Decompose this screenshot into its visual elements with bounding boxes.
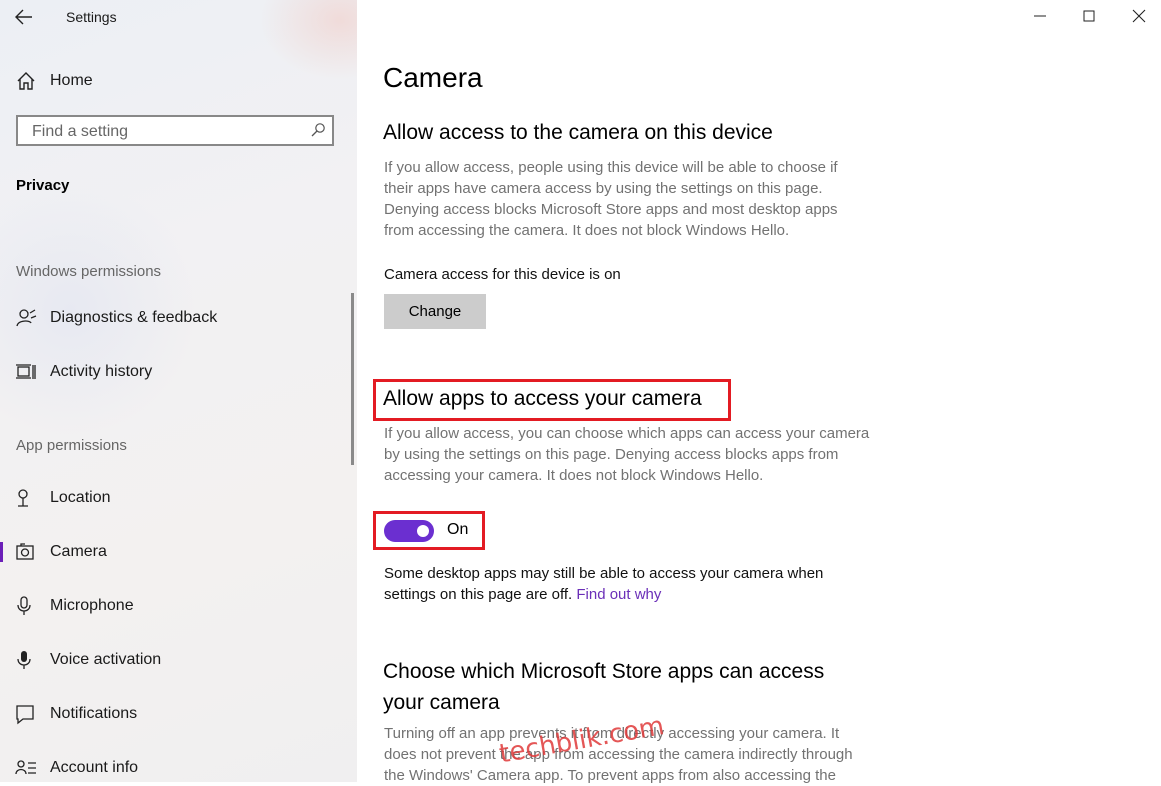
toggle-knob [417,525,429,537]
search-field[interactable] [16,115,334,146]
sidebar-scrollbar[interactable] [351,293,354,465]
category-title: Privacy [16,177,70,194]
page-title: Camera [383,62,483,93]
sidebar-item-diagnostics[interactable]: Diagnostics & feedback [0,298,340,338]
sidebar-item-location[interactable]: Location [0,478,340,518]
sidebar-item-notifications[interactable]: Notifications [0,694,340,734]
toggle-state-label: On [447,521,469,538]
search-input[interactable] [30,121,304,143]
sidebar-item-home[interactable]: Home [0,61,340,101]
search-icon[interactable] [310,122,326,138]
sidebar-item-label: Camera [50,543,107,560]
sidebar-item-label: Account info [50,759,139,776]
app-title: Settings [66,9,117,25]
sidebar: Settings Home Privacy Windows permission… [0,0,357,782]
account-info-icon [15,760,36,775]
voice-activation-icon [17,651,31,669]
sidebar-item-voice-activation[interactable]: Voice activation [0,640,340,680]
change-button[interactable]: Change [384,294,486,329]
camera-icon [16,543,34,560]
store-apps-heading: Choose which Microsoft Store apps can ac… [383,660,825,714]
notifications-icon [16,705,34,725]
main-content: Camera Allow access to the camera on thi… [357,0,1161,784]
activity-history-icon [16,364,36,379]
sidebar-item-activity-history[interactable]: Activity history [0,352,340,392]
diagnostics-icon [16,309,37,327]
sidebar-item-label: Voice activation [50,651,162,668]
device-access-status: Camera access for this device is on [384,266,621,283]
sidebar-item-account-info[interactable]: Account info [0,748,340,782]
section-header-windows-permissions: Windows permissions [16,263,162,280]
sidebar-item-camera[interactable]: Camera [0,532,340,572]
sidebar-item-label: Notifications [50,705,138,722]
close-icon[interactable] [1119,4,1159,28]
sidebar-item-label: Location [50,489,111,506]
sidebar-item-microphone[interactable]: Microphone [0,586,340,626]
find-out-why-link[interactable]: Find out why [576,586,661,603]
device-access-description: If you allow access, people using this d… [384,159,838,239]
sidebar-item-label: Diagnostics & feedback [50,309,218,326]
maximize-icon[interactable] [1069,4,1109,28]
apps-access-description: If you allow access, you can choose whic… [384,425,870,484]
camera-access-toggle[interactable] [384,520,434,542]
home-icon [17,72,35,90]
sidebar-item-label: Microphone [50,597,134,614]
device-access-heading: Allow access to the camera on this devic… [383,121,773,144]
sidebar-item-label: Home [50,72,93,89]
sidebar-item-label: Activity history [50,363,153,380]
desktop-apps-note: Some desktop apps may still be able to a… [384,565,824,603]
section-header-app-permissions: App permissions [16,437,127,454]
minimize-icon[interactable] [1020,4,1060,28]
microphone-icon [17,596,31,615]
apps-access-heading: Allow apps to access your camera [383,387,702,410]
location-icon [18,489,28,507]
back-arrow-icon[interactable] [12,6,36,28]
